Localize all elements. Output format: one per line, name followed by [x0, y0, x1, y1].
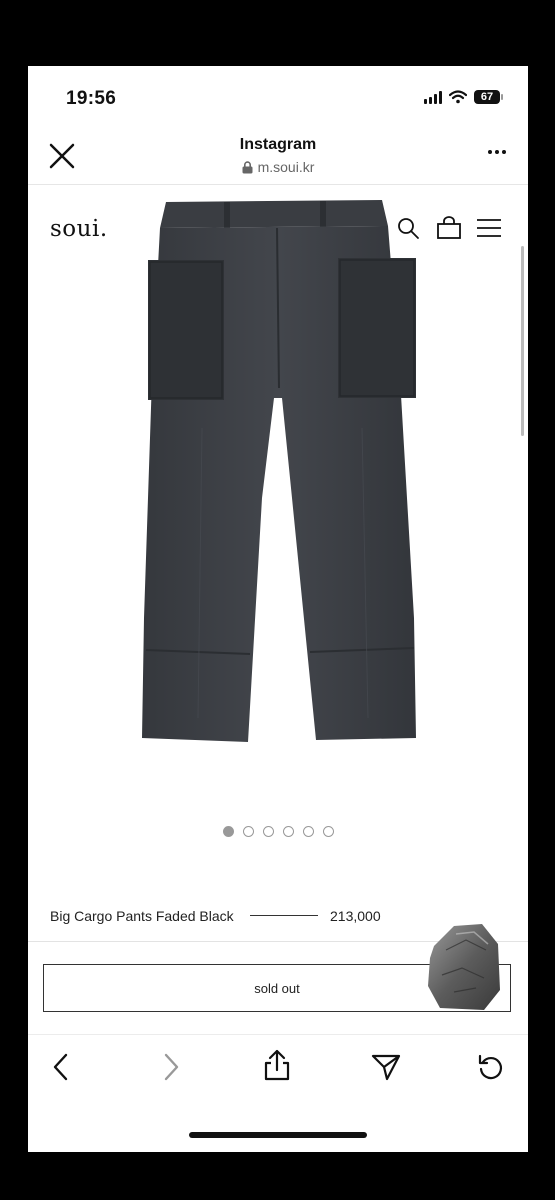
toolbar-divider — [28, 1034, 528, 1035]
carousel-dot[interactable] — [322, 826, 334, 837]
reload-icon — [478, 1054, 503, 1080]
menu-icon — [477, 219, 501, 237]
status-time: 19:56 — [66, 88, 117, 109]
rock-sticker — [428, 924, 500, 1010]
carousel-dot[interactable] — [222, 826, 234, 837]
phone-screen: 19:56 67 Instagram m.soui.kr soui. Big C… — [28, 66, 528, 1152]
carousel-dot[interactable] — [302, 826, 314, 837]
battery-level: 67 — [480, 91, 494, 103]
browser-url: m.soui.kr — [28, 159, 528, 175]
status-icons: 67 — [424, 90, 503, 104]
site-bag-button[interactable] — [436, 216, 462, 245]
product-price: 213,000 — [330, 908, 381, 924]
carousel-dot[interactable] — [262, 826, 274, 837]
more-icon — [488, 150, 492, 154]
carousel-dot[interactable] — [242, 826, 254, 837]
product-image[interactable] — [132, 198, 428, 744]
carousel-dots — [28, 826, 528, 837]
cellular-signal-icon — [424, 90, 442, 104]
name-price-divider — [250, 915, 318, 916]
more-button[interactable] — [488, 150, 506, 154]
reload-button[interactable] — [476, 1052, 506, 1087]
back-button[interactable] — [50, 1052, 74, 1087]
browser-title: Instagram — [239, 136, 317, 153]
share-button[interactable] — [262, 1048, 292, 1087]
send-icon — [371, 1054, 401, 1081]
forward-icon — [164, 1053, 179, 1081]
site-search-button[interactable] — [396, 216, 420, 245]
scrollbar[interactable] — [521, 246, 524, 436]
back-icon — [53, 1053, 68, 1081]
bag-icon — [437, 216, 461, 239]
site-logo[interactable]: soui. — [50, 216, 108, 242]
site-menu-button[interactable] — [476, 218, 502, 243]
send-button[interactable] — [370, 1052, 402, 1087]
header-divider — [28, 184, 528, 185]
url-text: m.soui.kr — [257, 159, 315, 175]
wifi-icon — [449, 90, 467, 104]
battery-icon: 67 — [474, 90, 503, 104]
carousel-dot[interactable] — [282, 826, 294, 837]
forward-button[interactable] — [158, 1052, 182, 1087]
product-name: Big Cargo Pants Faded Black — [50, 908, 234, 924]
lock-icon — [242, 160, 253, 173]
search-icon — [398, 218, 419, 239]
share-icon — [264, 1049, 290, 1081]
home-indicator[interactable] — [189, 1132, 367, 1138]
